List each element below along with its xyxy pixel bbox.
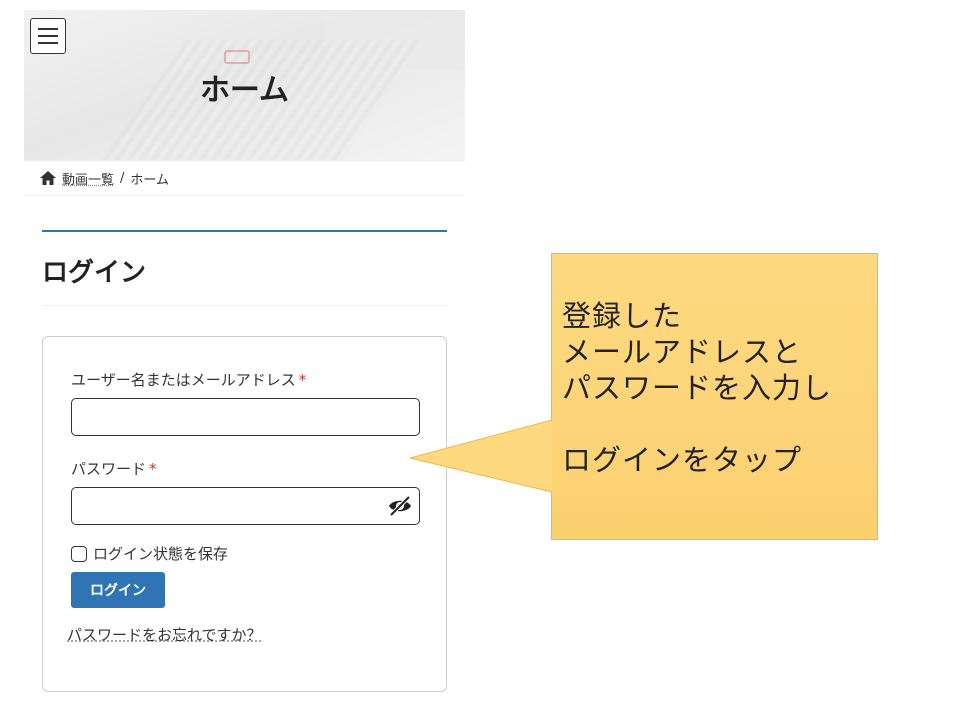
remember-checkbox[interactable]: [71, 545, 87, 562]
password-input[interactable]: [71, 487, 420, 525]
hamburger-menu-icon[interactable]: [30, 18, 66, 54]
forgot-password-link[interactable]: パスワードをお忘れですか？: [67, 624, 262, 645]
eye-slash-icon[interactable]: [388, 495, 412, 517]
hero-banner: ホーム: [24, 10, 465, 160]
menu-bar: [38, 42, 58, 44]
hero-background-accent: [224, 50, 250, 64]
login-heading: ログイン: [42, 252, 447, 306]
section-divider: [42, 230, 447, 232]
password-label-text: パスワード: [71, 460, 147, 478]
login-form: ユーザー名またはメールアドレス * パスワード * ログイン状態を保存 ログイン パ…: [42, 336, 447, 692]
password-label: パスワード *: [71, 458, 418, 479]
callout-line: ログインをタップ: [562, 443, 803, 477]
username-label: ユーザー名またはメールアドレス *: [71, 369, 418, 390]
callout-line: メールアドレスと: [562, 335, 803, 369]
breadcrumb-link-video-list[interactable]: 動画一覧: [62, 169, 114, 188]
login-button[interactable]: ログイン: [71, 572, 165, 608]
login-section: ログイン: [42, 230, 447, 306]
callout-line: パスワードを入力し: [562, 371, 833, 405]
username-label-text: ユーザー名またはメールアドレス: [71, 371, 296, 389]
required-mark: *: [298, 371, 307, 389]
breadcrumb-separator: /: [120, 170, 125, 186]
password-field: [71, 487, 420, 525]
callout-line: [562, 406, 872, 442]
callout-text: 登録した メールアドレスと パスワードを入力し ログインをタップ: [562, 298, 872, 478]
remember-label: ログイン状態を保存: [93, 545, 229, 563]
callout-pointer: [410, 420, 553, 492]
home-icon: [40, 171, 56, 185]
callout-line: 登録した: [562, 299, 683, 333]
required-mark: *: [149, 460, 157, 478]
breadcrumb-current: ホーム: [130, 172, 170, 188]
remember-me[interactable]: ログイン状態を保存: [71, 543, 418, 564]
phone-screenshot: ホーム 動画一覧 / ホーム ログイン ユーザー名またはメールアドレス * パスワ…: [24, 10, 465, 710]
breadcrumb: 動画一覧 / ホーム: [24, 160, 465, 196]
page-title: ホーム: [199, 73, 290, 108]
menu-bar: [38, 35, 58, 37]
menu-bar: [38, 28, 58, 30]
username-input[interactable]: [71, 398, 420, 436]
